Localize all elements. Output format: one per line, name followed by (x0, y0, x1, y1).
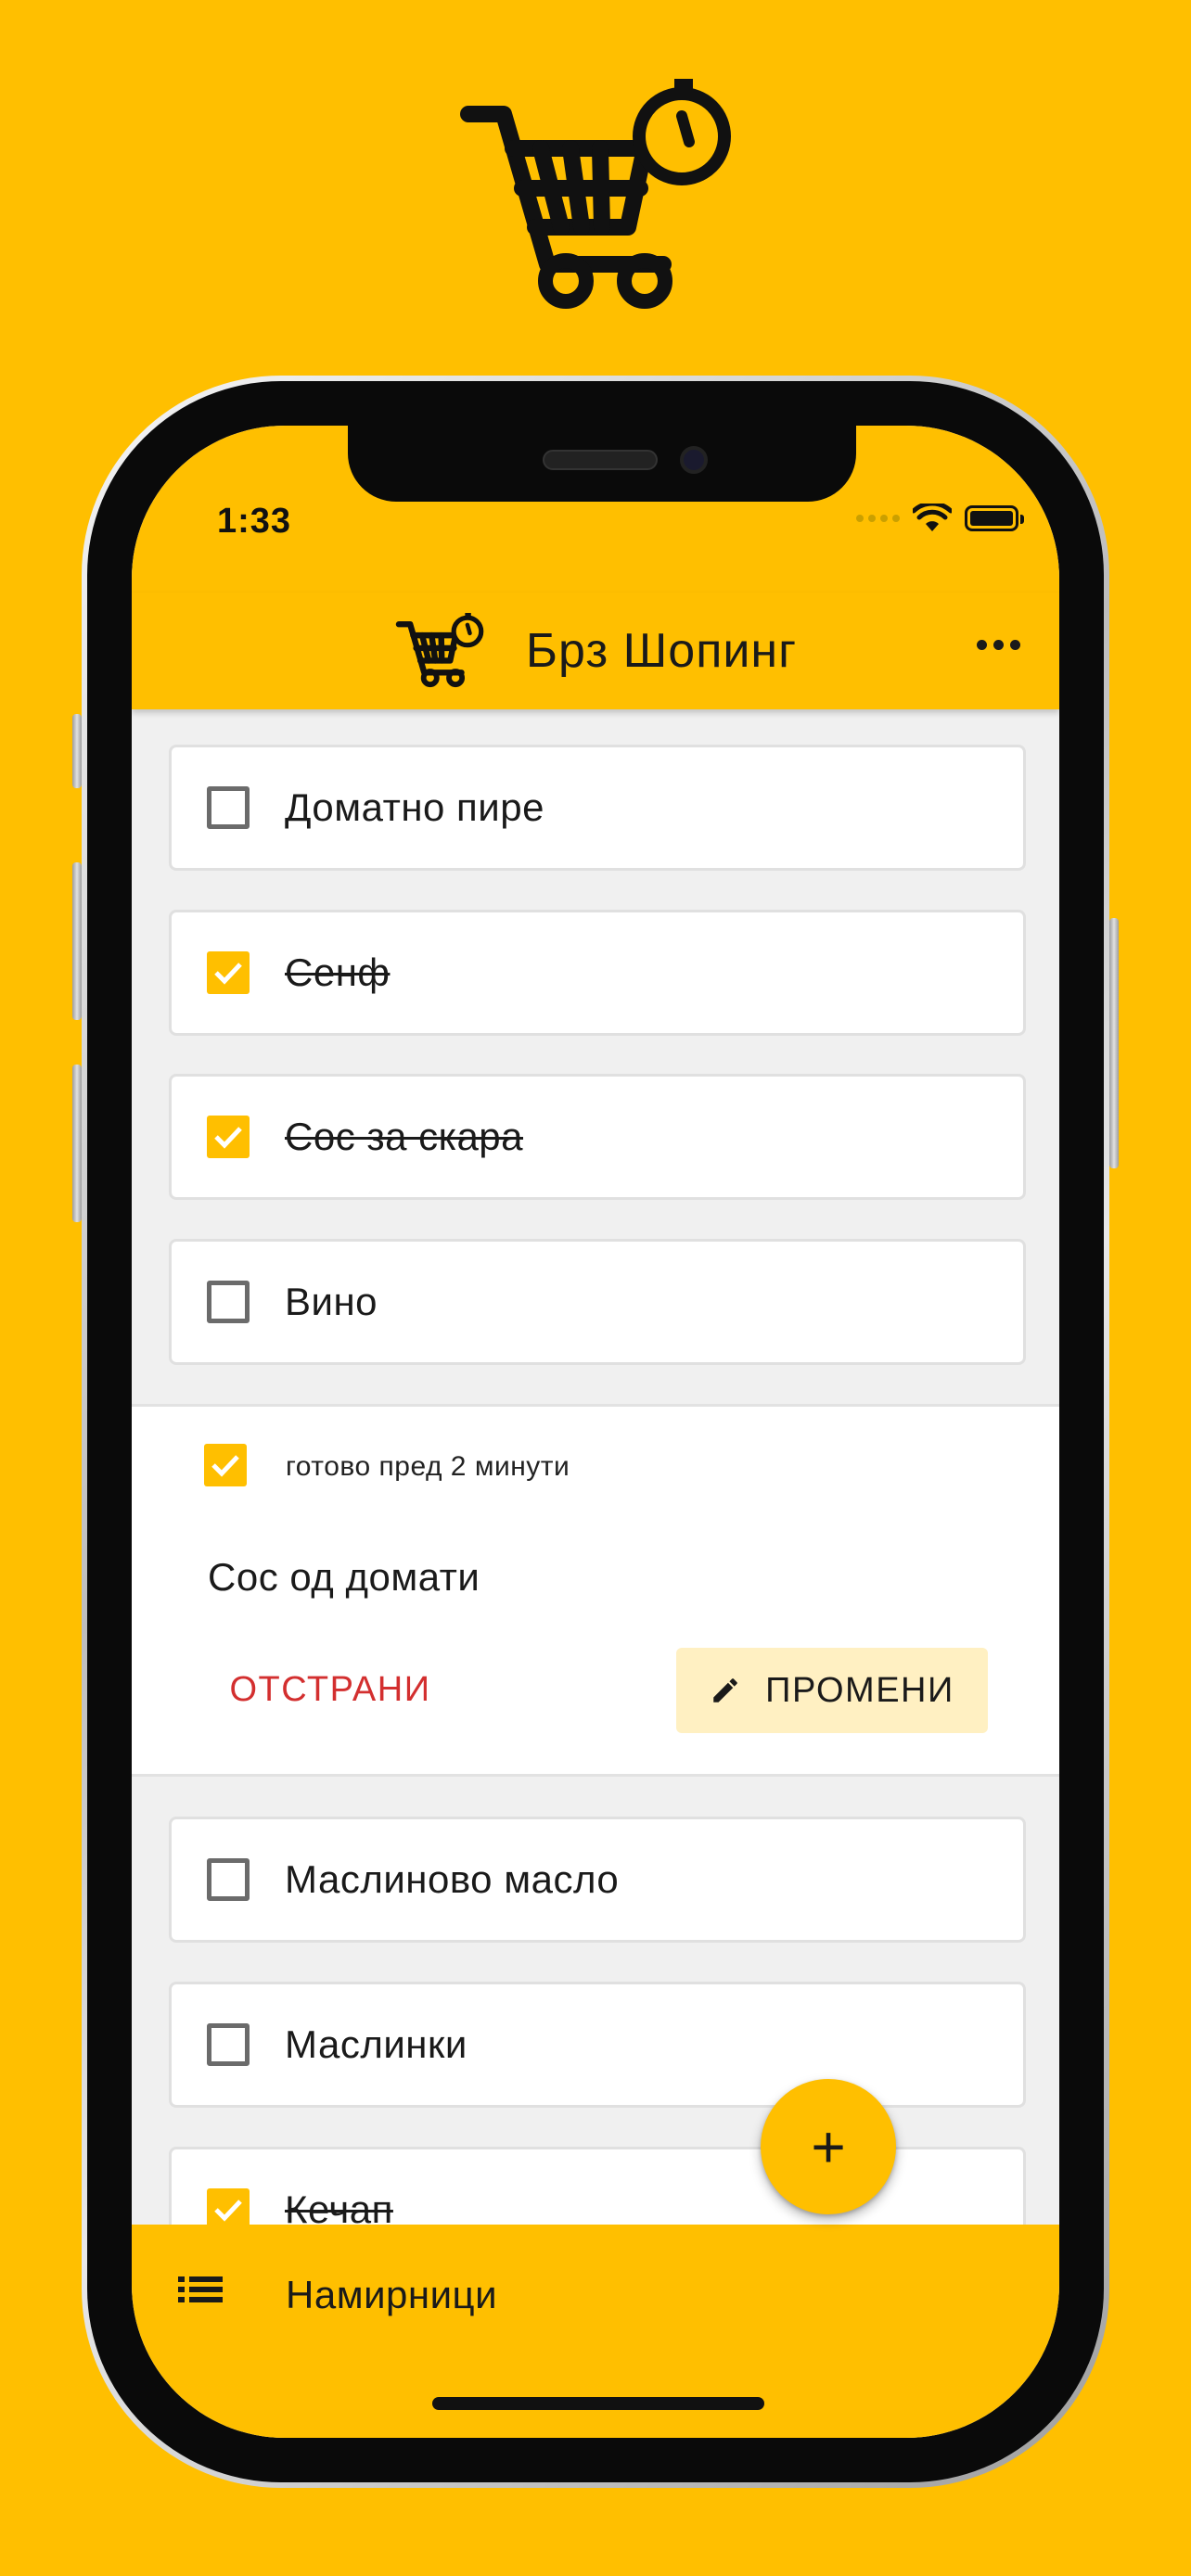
pencil-icon (713, 1678, 737, 1702)
checkbox-checked-icon[interactable] (204, 1444, 247, 1486)
speaker-grille (543, 450, 658, 470)
checkmark-icon (214, 2200, 242, 2222)
phone-frame: 1:33 Брз Шопинг Доматно пире Сенф Сос за… (82, 376, 1109, 2488)
list-item[interactable]: Сенф (169, 910, 1026, 1036)
notch (348, 426, 856, 502)
phone-screen: 1:33 Брз Шопинг Доматно пире Сенф Сос за… (132, 426, 1059, 2438)
completed-timestamp: готово пред 2 минути (286, 1451, 570, 1482)
checkbox-icon[interactable] (207, 1858, 250, 1901)
expanded-list-item: готово пред 2 минути Сос од домати ОТСТР… (132, 1404, 1059, 1777)
list-item[interactable]: Маслиново масло (169, 1817, 1026, 1943)
phone-bezel: 1:33 Брз Шопинг Доматно пире Сенф Сос за… (87, 381, 1104, 2482)
remove-button[interactable]: ОТСТРАНИ (210, 1648, 451, 1731)
item-label: Доматно пире (285, 785, 544, 829)
home-indicator[interactable] (432, 2397, 764, 2410)
checkbox-icon[interactable] (207, 786, 250, 829)
power-button (1109, 918, 1119, 1168)
list-icon[interactable] (176, 2271, 224, 2308)
list-item[interactable]: Доматно пире (169, 745, 1026, 871)
status-icons (856, 504, 1024, 533)
checkmark-icon (214, 1127, 242, 1149)
edit-button-label: ПРОМЕНИ (765, 1670, 954, 1710)
category-label[interactable]: Намирници (286, 2273, 497, 2317)
checkmark-icon (214, 963, 242, 985)
checkbox-checked-icon[interactable] (207, 1116, 250, 1158)
silent-switch (72, 714, 82, 788)
checkbox-checked-icon[interactable] (207, 951, 250, 994)
app-title: Брз Шопинг (525, 624, 798, 678)
edit-button[interactable]: ПРОМЕНИ (676, 1648, 988, 1733)
checkmark-icon (211, 1455, 239, 1477)
status-time: 1:33 (217, 502, 292, 541)
volume-up-button (72, 862, 82, 1020)
add-item-button[interactable]: + (761, 2079, 896, 2214)
checkbox-icon[interactable] (207, 1281, 250, 1323)
item-label: Сенф (285, 950, 391, 994)
cellular-signal-icon (856, 515, 900, 522)
volume-down-button (72, 1065, 82, 1222)
front-camera (680, 446, 708, 474)
item-name: Сос од домати (208, 1555, 480, 1599)
list-item[interactable]: Маслинки (169, 1982, 1026, 2108)
app-bar: Брз Шопинг (132, 593, 1059, 709)
shopping-cart-timer-icon (395, 613, 484, 688)
battery-icon (965, 505, 1024, 531)
item-label: Сос за скара (285, 1115, 524, 1158)
item-label: Вино (285, 1280, 378, 1323)
list-item[interactable]: Сос за скара (169, 1074, 1026, 1200)
app-bar-title: Брз Шопинг (132, 593, 1059, 709)
bottom-app-bar: Намирници (132, 2225, 1059, 2438)
item-label: Маслиново масло (285, 1857, 620, 1901)
item-label: Маслинки (285, 2022, 467, 2066)
shopping-cart-timer-logo (460, 79, 731, 309)
wifi-icon (913, 504, 952, 531)
checkbox-icon[interactable] (207, 2023, 250, 2066)
more-horiz-icon[interactable] (971, 634, 1026, 656)
list-item[interactable]: Вино (169, 1239, 1026, 1365)
